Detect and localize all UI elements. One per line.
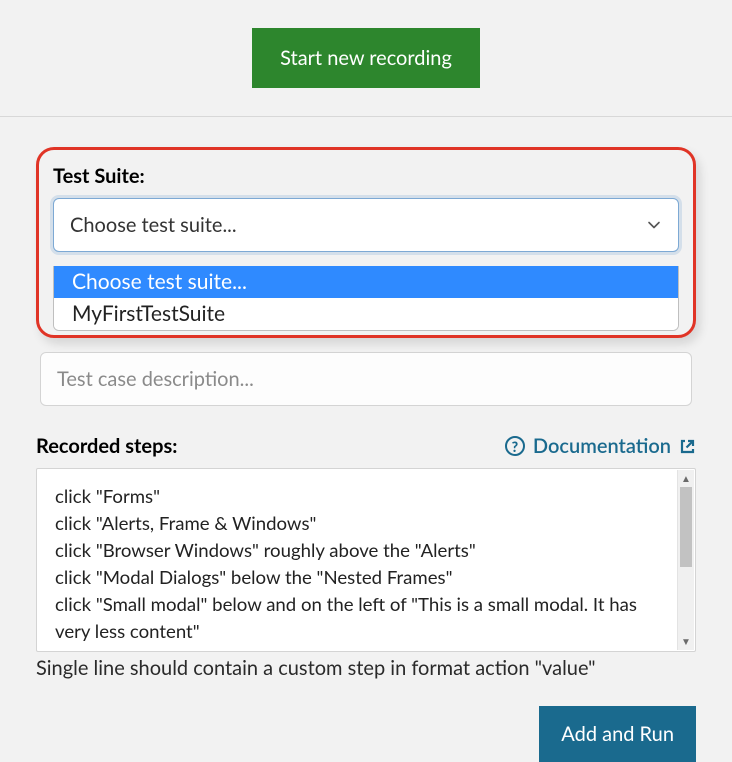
step-line: click "Small modal" below and on the lef… xyxy=(55,591,667,645)
scrollbar-thumb[interactable] xyxy=(680,487,692,567)
external-link-icon xyxy=(679,438,696,455)
help-icon: ? xyxy=(505,436,525,456)
form-content: Test Suite: Choose test suite... Choose … xyxy=(0,117,732,762)
test-suite-select[interactable]: Choose test suite... xyxy=(53,198,679,252)
step-line: click "Close" below the "This is a small… xyxy=(55,645,667,651)
scrollbar[interactable]: ▲ ▼ xyxy=(677,470,694,650)
step-line: click "Alerts, Frame & Windows" xyxy=(55,510,667,537)
recorded-steps-label: Recorded steps: xyxy=(36,434,177,458)
test-suite-select-wrap: Choose test suite... xyxy=(53,198,679,252)
chevron-down-icon xyxy=(646,217,662,233)
test-suite-dropdown: Choose test suite... MyFirstTestSuite xyxy=(53,266,679,331)
dropdown-option-placeholder[interactable]: Choose test suite... xyxy=(54,266,678,298)
dropdown-option-myfirst[interactable]: MyFirstTestSuite xyxy=(54,298,678,330)
documentation-link-text: Documentation xyxy=(533,434,671,458)
step-line: click "Browser Windows" roughly above th… xyxy=(55,537,667,564)
test-suite-label: Test Suite: xyxy=(53,164,679,188)
test-suite-select-value: Choose test suite... xyxy=(70,213,237,237)
start-recording-button[interactable]: Start new recording xyxy=(252,28,480,88)
recorded-steps-textarea[interactable]: click "Forms" click "Alerts, Frame & Win… xyxy=(36,468,696,652)
action-row: Add and Run xyxy=(36,706,696,762)
steps-header: Recorded steps: ? Documentation xyxy=(36,434,696,458)
description-input[interactable]: Test case description... xyxy=(40,352,692,406)
scroll-up-arrow-icon[interactable]: ▲ xyxy=(678,470,694,487)
scroll-down-arrow-icon[interactable]: ▼ xyxy=(678,633,694,650)
top-bar: Start new recording xyxy=(0,0,732,117)
step-line: click "Forms" xyxy=(55,483,667,510)
test-suite-section: Test Suite: Choose test suite... Choose … xyxy=(36,147,696,338)
recorded-steps-content: click "Forms" click "Alerts, Frame & Win… xyxy=(37,469,695,651)
description-placeholder: Test case description... xyxy=(57,367,254,391)
step-line: click "Modal Dialogs" below the "Nested … xyxy=(55,564,667,591)
steps-help-text: Single line should contain a custom step… xyxy=(36,656,696,680)
documentation-link[interactable]: ? Documentation xyxy=(505,434,696,458)
add-and-run-button[interactable]: Add and Run xyxy=(539,706,696,762)
